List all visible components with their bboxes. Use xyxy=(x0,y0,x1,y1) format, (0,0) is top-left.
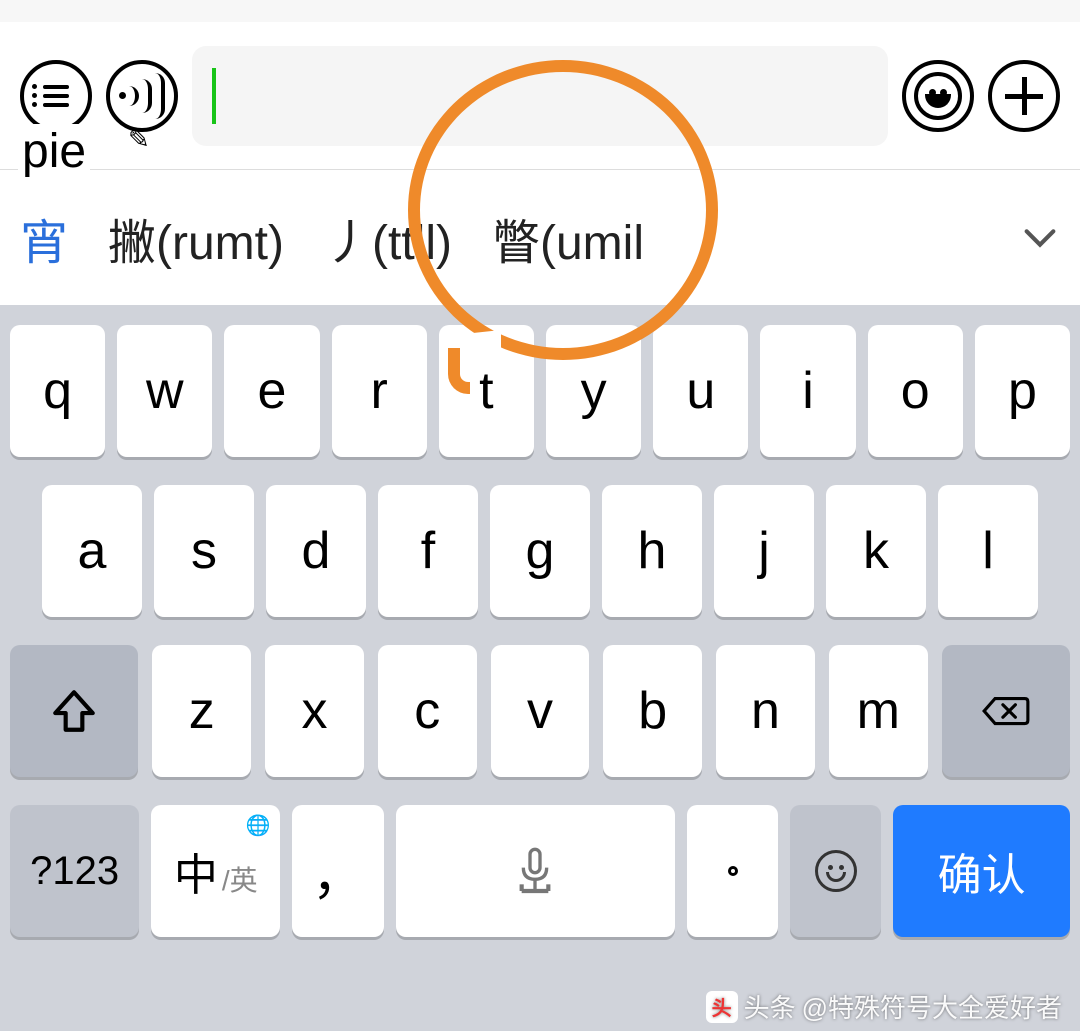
key-s[interactable]: s xyxy=(154,485,254,617)
emoji-key[interactable] xyxy=(790,805,881,937)
language-toggle-key[interactable]: 🌐 中/英 xyxy=(151,805,280,937)
watermark-prefix: 头条 xyxy=(744,988,796,1025)
key-w[interactable]: w xyxy=(117,325,212,457)
key-i[interactable]: i xyxy=(760,325,855,457)
key-m[interactable]: m xyxy=(829,645,928,777)
key-x[interactable]: x xyxy=(265,645,364,777)
chevron-down-icon[interactable] xyxy=(1020,218,1060,258)
list-lines xyxy=(43,80,69,112)
plus-v xyxy=(1022,77,1027,115)
backspace-icon xyxy=(981,686,1031,736)
candidate-primary[interactable]: 宵 xyxy=(20,203,68,273)
key-row-2: a s d f g h j k l xyxy=(10,485,1070,617)
key-l[interactable]: l xyxy=(938,485,1038,617)
key-y[interactable]: y xyxy=(546,325,641,457)
candidate-item[interactable]: 撇(rumt) xyxy=(108,203,284,273)
shift-icon xyxy=(49,686,99,736)
watermark-logo-icon: 头 xyxy=(706,991,738,1023)
keyboard: q w e r t y u i o p a s d f g h j k l z … xyxy=(0,305,1080,1031)
key-row-3: z x c v b n m xyxy=(10,645,1070,777)
key-f[interactable]: f xyxy=(378,485,478,617)
confirm-key[interactable]: 确认 xyxy=(893,805,1070,937)
symbols-key[interactable]: ?123 xyxy=(10,805,139,937)
emoji-key-face-icon xyxy=(815,850,857,892)
key-k[interactable]: k xyxy=(826,485,926,617)
ime-composition-label: pie xyxy=(18,124,90,179)
key-row-4: ?123 🌐 中/英 ， 确认 xyxy=(10,805,1070,937)
mic-icon xyxy=(514,846,556,896)
key-v[interactable]: v xyxy=(491,645,590,777)
watermark-text: @特殊符号大全爱好者 xyxy=(802,988,1062,1025)
backspace-key[interactable] xyxy=(942,645,1070,777)
smile-face xyxy=(914,72,962,120)
key-e[interactable]: e xyxy=(224,325,319,457)
candidate-item[interactable]: 瞥(umil xyxy=(492,203,644,273)
shift-key[interactable] xyxy=(10,645,138,777)
key-d[interactable]: d xyxy=(266,485,366,617)
text-caret xyxy=(212,68,216,124)
input-bar: pie ✎ xyxy=(0,22,1080,170)
comma-key[interactable]: ， xyxy=(292,805,383,937)
watermark: 头 头条 @特殊符号大全爱好者 xyxy=(706,988,1062,1025)
key-p[interactable]: p xyxy=(975,325,1070,457)
lang-primary: 中 xyxy=(174,839,218,903)
period-dot xyxy=(728,866,738,876)
menu-list-icon[interactable] xyxy=(20,60,92,132)
key-o[interactable]: o xyxy=(868,325,963,457)
key-n[interactable]: n xyxy=(716,645,815,777)
add-icon[interactable] xyxy=(988,60,1060,132)
key-g[interactable]: g xyxy=(490,485,590,617)
period-key[interactable] xyxy=(687,805,778,937)
candidate-bar: 宵 撇(rumt) 丿(ttll) 瞥(umil xyxy=(0,170,1080,305)
text-input[interactable] xyxy=(192,46,888,146)
key-z[interactable]: z xyxy=(152,645,251,777)
key-t[interactable]: t xyxy=(439,325,534,457)
edit-pencil-icon: ✎ xyxy=(128,124,150,155)
globe-icon: 🌐 xyxy=(246,813,271,838)
candidate-item[interactable]: 丿(ttll) xyxy=(324,203,452,273)
lang-secondary: /英 xyxy=(222,859,258,899)
key-c[interactable]: c xyxy=(378,645,477,777)
key-a[interactable]: a xyxy=(42,485,142,617)
top-strip xyxy=(0,0,1080,22)
sound-waves xyxy=(119,73,165,119)
key-u[interactable]: u xyxy=(653,325,748,457)
voice-icon[interactable] xyxy=(106,60,178,132)
key-b[interactable]: b xyxy=(603,645,702,777)
key-r[interactable]: r xyxy=(332,325,427,457)
key-h[interactable]: h xyxy=(602,485,702,617)
emoji-icon[interactable] xyxy=(902,60,974,132)
key-row-1: q w e r t y u i o p xyxy=(10,325,1070,457)
space-key[interactable] xyxy=(396,805,675,937)
key-j[interactable]: j xyxy=(714,485,814,617)
key-q[interactable]: q xyxy=(10,325,105,457)
